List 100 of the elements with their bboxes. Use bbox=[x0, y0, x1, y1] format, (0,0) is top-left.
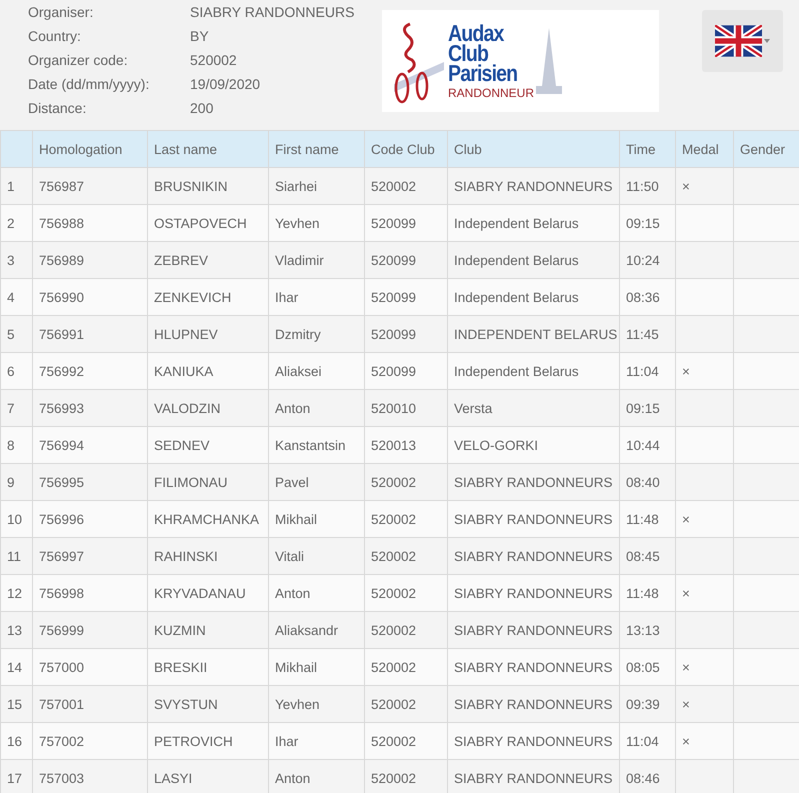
row-number: 15 bbox=[0, 686, 32, 722]
table-cell: 11:48 bbox=[620, 500, 676, 538]
column-header: Time bbox=[620, 130, 676, 168]
info-label: Distance: bbox=[28, 100, 88, 116]
column-header: Club bbox=[448, 130, 620, 168]
table-cell: 520099 bbox=[364, 278, 448, 316]
row-number: 4 bbox=[0, 278, 32, 316]
table-cell: Kanstantsin bbox=[268, 426, 364, 464]
table-cell: BRUSNIKIN bbox=[148, 168, 268, 204]
logo-subtitle: RANDONNEUR bbox=[448, 86, 534, 100]
table-cell: 11:48 bbox=[620, 574, 676, 612]
table-cell: SVYSTUN bbox=[148, 686, 268, 722]
language-button[interactable] bbox=[702, 10, 783, 72]
table-cell: 11:45 bbox=[620, 316, 676, 352]
table-cell: 756991 bbox=[32, 316, 148, 352]
row-number: 17 bbox=[0, 760, 32, 793]
table-cell: 520099 bbox=[364, 204, 448, 242]
table-cell: 757001 bbox=[32, 686, 148, 722]
row-number: 14 bbox=[0, 648, 32, 686]
table-cell: Vitali bbox=[268, 538, 364, 574]
row-number: 2 bbox=[0, 204, 32, 242]
table-cell: 13:13 bbox=[620, 612, 676, 648]
row-number: 7 bbox=[0, 390, 32, 426]
info-label: Date (dd/mm/yyyy): bbox=[28, 76, 150, 92]
table-cell: Siarhei bbox=[268, 168, 364, 204]
table-cell: 520010 bbox=[364, 390, 448, 426]
table-cell: VALODZIN bbox=[148, 390, 268, 426]
table-cell: Versta bbox=[448, 390, 620, 426]
table-cell: 757002 bbox=[32, 722, 148, 760]
medal-mark: × bbox=[676, 722, 734, 760]
table-cell: Yevhen bbox=[268, 686, 364, 722]
table-cell: VELO-GORKI bbox=[448, 426, 620, 464]
table-cell: Ihar bbox=[268, 278, 364, 316]
info-label: Organizer code: bbox=[28, 52, 129, 68]
table-cell: Independent Belarus bbox=[448, 204, 620, 242]
table-cell: 08:46 bbox=[620, 760, 676, 793]
column-header: Last name bbox=[148, 130, 268, 168]
table-cell: 520002 bbox=[364, 574, 448, 612]
info-value: BY bbox=[190, 28, 210, 44]
table-cell: FILIMONAU bbox=[148, 464, 268, 500]
table-cell: 756998 bbox=[32, 574, 148, 612]
table-cell: 08:05 bbox=[620, 648, 676, 686]
table-cell: 09:15 bbox=[620, 204, 676, 242]
medal-mark: × bbox=[676, 648, 734, 686]
table-cell: 520099 bbox=[364, 316, 448, 352]
table-cell: 11:04 bbox=[620, 722, 676, 760]
table-cell: ZEBREV bbox=[148, 242, 268, 278]
table-cell: 09:15 bbox=[620, 390, 676, 426]
logo-title: Parisien bbox=[448, 62, 518, 82]
table-cell: Independent Belarus bbox=[448, 352, 620, 390]
caret-icon bbox=[764, 39, 770, 43]
table-cell: 520002 bbox=[364, 168, 448, 204]
table-cell: Independent Belarus bbox=[448, 278, 620, 316]
table-cell: 756997 bbox=[32, 538, 148, 574]
table-cell: 520099 bbox=[364, 352, 448, 390]
table-cell: 756990 bbox=[32, 278, 148, 316]
table-cell: LASYI bbox=[148, 760, 268, 793]
column-header: Gender bbox=[734, 130, 799, 168]
table-cell: ZENKEVICH bbox=[148, 278, 268, 316]
table-cell: Anton bbox=[268, 760, 364, 793]
row-number: 1 bbox=[0, 168, 32, 204]
row-number: 3 bbox=[0, 242, 32, 278]
table-cell: 757003 bbox=[32, 760, 148, 793]
info-value: SIABRY RANDONNEURS bbox=[190, 4, 356, 20]
table-cell: 11:50 bbox=[620, 168, 676, 204]
row-number: 11 bbox=[0, 538, 32, 574]
table-cell: 08:40 bbox=[620, 464, 676, 500]
table-cell: BRESKII bbox=[148, 648, 268, 686]
table-cell: 520002 bbox=[364, 648, 448, 686]
table-cell: 756988 bbox=[32, 204, 148, 242]
table-cell: 756996 bbox=[32, 500, 148, 538]
table-cell: KHRAMCHANKA bbox=[148, 500, 268, 538]
table-cell: Vladimir bbox=[268, 242, 364, 278]
table-cell: 520002 bbox=[364, 722, 448, 760]
table-cell: 757000 bbox=[32, 648, 148, 686]
table-cell: 756992 bbox=[32, 352, 148, 390]
medal-mark: × bbox=[676, 500, 734, 538]
table-cell: SIABRY RANDONNEURS bbox=[448, 538, 620, 574]
medal-mark: × bbox=[676, 168, 734, 204]
table-cell: 520013 bbox=[364, 426, 448, 464]
table-cell: SIABRY RANDONNEURS bbox=[448, 574, 620, 612]
info-value: 520002 bbox=[190, 52, 238, 68]
table-cell: 10:24 bbox=[620, 242, 676, 278]
table-cell: Anton bbox=[268, 574, 364, 612]
table-cell: 520002 bbox=[364, 760, 448, 793]
table-cell: SIABRY RANDONNEURS bbox=[448, 686, 620, 722]
row-number: 12 bbox=[0, 574, 32, 612]
table-cell: 11:04 bbox=[620, 352, 676, 390]
table-cell: PETROVICH bbox=[148, 722, 268, 760]
table-cell: 520002 bbox=[364, 538, 448, 574]
info-label: Organiser: bbox=[28, 4, 94, 20]
column-header: Code Club bbox=[364, 130, 448, 168]
row-number: 9 bbox=[0, 464, 32, 500]
table-cell: 520002 bbox=[364, 612, 448, 648]
logo-title: Audax bbox=[448, 22, 505, 42]
medal-mark: × bbox=[676, 686, 734, 722]
table-cell: Independent Belarus bbox=[448, 242, 620, 278]
table-cell: 756994 bbox=[32, 426, 148, 464]
table-cell: SIABRY RANDONNEURS bbox=[448, 722, 620, 760]
row-number: 16 bbox=[0, 722, 32, 760]
